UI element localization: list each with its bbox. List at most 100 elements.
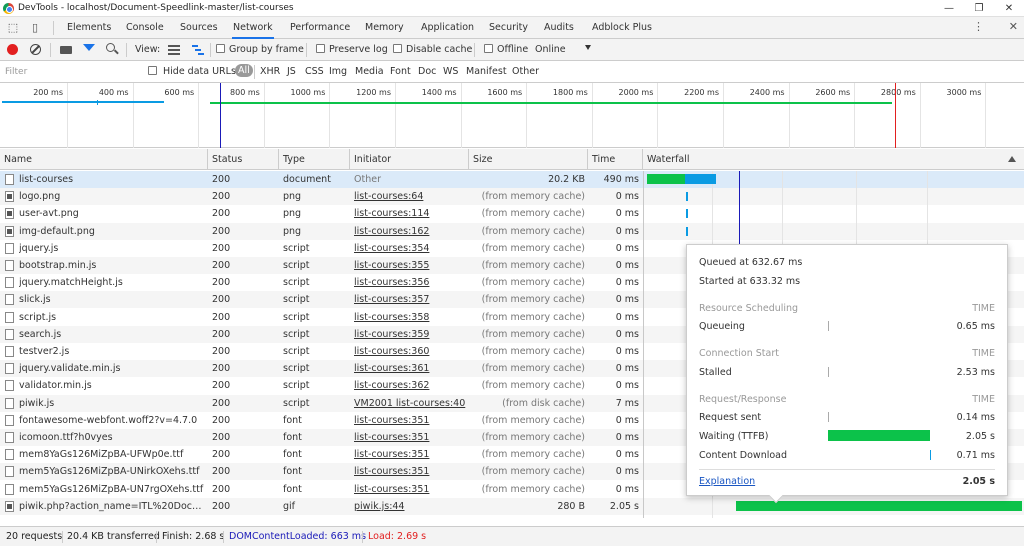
request-initiator[interactable]: list-courses:351 xyxy=(354,429,466,446)
request-initiator[interactable]: list-courses:351 xyxy=(354,446,466,463)
filter-input[interactable] xyxy=(1,63,138,80)
col-size[interactable]: Size xyxy=(469,149,588,170)
divider xyxy=(126,43,127,57)
filter-type-font[interactable]: Font xyxy=(390,66,411,77)
file-icon xyxy=(5,449,14,461)
request-status: 200 xyxy=(212,191,231,203)
col-type[interactable]: Type xyxy=(279,149,350,170)
device-toolbar-icon[interactable]: ▯ xyxy=(28,21,42,35)
request-time: 0 ms xyxy=(615,346,639,357)
request-initiator[interactable]: list-courses:162 xyxy=(354,223,466,240)
record-icon[interactable] xyxy=(7,44,18,55)
overview-tick-label: 2200 ms xyxy=(684,88,719,97)
explanation-link[interactable]: Explanation xyxy=(699,476,755,487)
clear-icon[interactable] xyxy=(30,44,41,55)
filter-type-media[interactable]: Media xyxy=(355,66,384,77)
tab-sources[interactable]: Sources xyxy=(179,17,219,39)
search-icon[interactable] xyxy=(106,43,115,52)
hide-data-urls-checkbox[interactable] xyxy=(148,66,157,75)
group-by-frame-checkbox[interactable] xyxy=(216,44,225,53)
tab-adblock-plus[interactable]: Adblock Plus xyxy=(591,17,653,39)
preserve-log-checkbox[interactable] xyxy=(316,44,325,53)
request-initiator[interactable]: list-courses:360 xyxy=(354,343,466,360)
request-initiator[interactable]: list-courses:64 xyxy=(354,188,466,205)
capture-screenshots-icon[interactable] xyxy=(60,46,72,54)
request-initiator[interactable]: list-courses:358 xyxy=(354,309,466,326)
timing-popover: Queued at 632.67 ms Started at 633.32 ms… xyxy=(686,244,1008,504)
more-tools-icon[interactable]: ⋮ xyxy=(973,20,984,33)
filter-icon[interactable] xyxy=(83,44,95,51)
table-row[interactable]: img-default.png 200 png list-courses:162 (fr… xyxy=(0,222,1024,240)
request-status: 200 xyxy=(212,432,231,443)
col-initiator[interactable]: Initiator xyxy=(350,149,469,170)
overview-gridline xyxy=(67,83,68,148)
col-waterfall[interactable]: Waterfall xyxy=(643,149,1024,170)
request-status: 200 xyxy=(212,328,231,340)
divider xyxy=(53,21,54,35)
filter-type-doc[interactable]: Doc xyxy=(418,66,436,77)
disable-cache-checkbox[interactable] xyxy=(393,44,402,53)
filter-type-other[interactable]: Other xyxy=(512,66,539,77)
col-name[interactable]: Name xyxy=(0,149,208,170)
tab-elements[interactable]: Elements xyxy=(66,17,112,39)
request-time: 0 ms xyxy=(615,242,639,254)
filter-type-manifest[interactable]: Manifest xyxy=(466,66,507,77)
restore-icon[interactable]: ❐ xyxy=(964,0,994,17)
close-icon[interactable]: ✕ xyxy=(994,0,1024,17)
request-initiator[interactable]: piwik.js:44 xyxy=(354,498,466,515)
request-time: 0 ms xyxy=(615,225,639,237)
request-initiator[interactable]: VM2001 list-courses:40 xyxy=(354,395,466,412)
tab-console[interactable]: Console xyxy=(125,17,165,39)
filter-type-js[interactable]: JS xyxy=(287,66,296,77)
chevron-down-icon[interactable] xyxy=(585,45,591,50)
close-devtools-icon[interactable]: ✕ xyxy=(1009,20,1018,33)
minimize-icon[interactable]: — xyxy=(934,0,964,17)
request-initiator[interactable]: list-courses:362 xyxy=(354,377,466,394)
request-initiator[interactable]: list-courses:361 xyxy=(354,360,466,377)
filter-type-all[interactable]: All xyxy=(235,64,253,77)
large-rows-icon[interactable] xyxy=(168,45,180,55)
request-initiator[interactable]: list-courses:351 xyxy=(354,412,466,429)
table-row[interactable]: user-avt.png 200 png list-courses:114 (from … xyxy=(0,205,1024,222)
overview-gridline xyxy=(132,83,134,148)
tab-application[interactable]: Application xyxy=(420,17,475,39)
col-time[interactable]: Time xyxy=(588,149,643,170)
request-name: list-courses xyxy=(19,174,74,185)
request-initiator[interactable]: list-courses:357 xyxy=(354,291,466,308)
overview-tick-label: 600 ms xyxy=(164,88,195,97)
table-row[interactable]: logo.png 200 png list-courses:64 (from memor… xyxy=(0,188,1024,206)
request-initiator[interactable]: list-courses:351 xyxy=(354,481,466,498)
tab-network[interactable]: Network xyxy=(232,17,274,39)
tab-security[interactable]: Security xyxy=(488,17,529,39)
file-icon xyxy=(5,363,14,375)
request-initiator[interactable]: list-courses:356 xyxy=(354,274,466,291)
filter-type-img[interactable]: Img xyxy=(329,66,347,77)
sort-ascending-icon[interactable] xyxy=(1008,156,1016,162)
request-initiator[interactable]: list-courses:351 xyxy=(354,463,466,480)
filter-type-css[interactable]: CSS xyxy=(305,66,324,77)
filter-type-xhr[interactable]: XHR xyxy=(260,66,280,77)
request-time: 0 ms xyxy=(615,191,639,203)
queueing-value: 0.65 ms xyxy=(956,321,995,332)
request-time: 0 ms xyxy=(615,432,639,443)
table-row[interactable]: list-courses 200 document Other 20.2 KB 490 m… xyxy=(0,171,1024,188)
overview-icon[interactable] xyxy=(192,45,204,55)
filter-type-ws[interactable]: WS xyxy=(443,66,458,77)
tab-memory[interactable]: Memory xyxy=(364,17,405,39)
request-initiator[interactable]: list-courses:355 xyxy=(354,257,466,274)
tab-performance[interactable]: Performance xyxy=(289,17,351,39)
request-size: (from memory cache) xyxy=(481,466,585,478)
request-initiator[interactable]: list-courses:359 xyxy=(354,326,466,343)
col-status[interactable]: Status xyxy=(208,149,279,170)
throttling-select[interactable]: Online xyxy=(535,44,566,55)
tab-audits[interactable]: Audits xyxy=(543,17,575,39)
request-size: (from memory cache) xyxy=(481,432,585,443)
inspect-element-icon[interactable]: ⬚ xyxy=(6,21,20,35)
request-initiator[interactable]: list-courses:354 xyxy=(354,240,466,257)
request-initiator[interactable]: list-courses:114 xyxy=(354,205,466,222)
request-name: piwik.php?action_name=ITL%20Docume... xyxy=(19,500,205,512)
stalled-label: Stalled xyxy=(699,367,732,378)
network-overview[interactable]: 200 ms 400 ms 600 ms 800 ms 1000 ms 1200 ms 14… xyxy=(0,83,1024,148)
request-name: user-avt.png xyxy=(19,208,79,220)
offline-checkbox[interactable] xyxy=(484,44,493,53)
